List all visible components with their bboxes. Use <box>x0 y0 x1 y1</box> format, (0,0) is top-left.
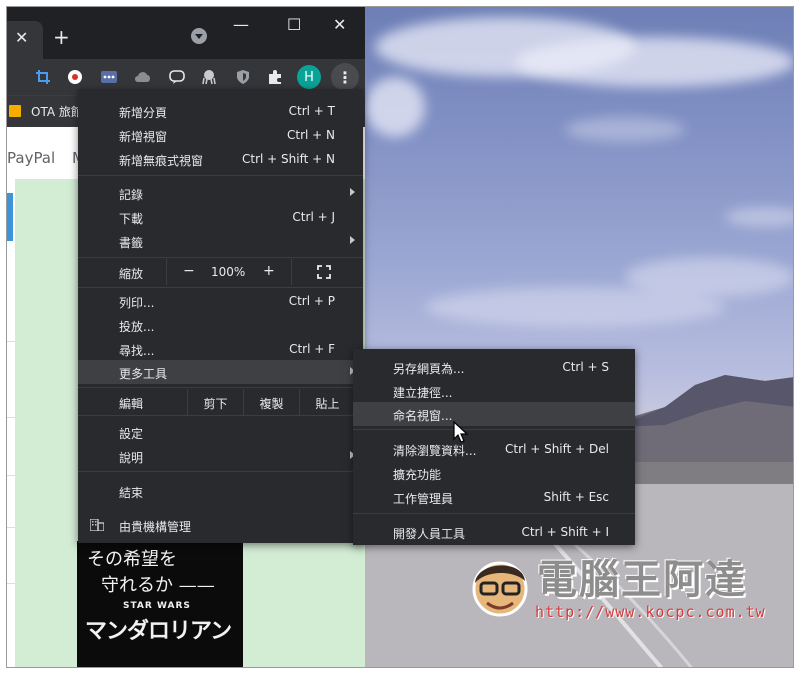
page-accent-bar <box>7 193 13 241</box>
menu-separator <box>78 287 363 288</box>
watermark-title: 電腦王阿達 <box>537 557 747 603</box>
crop-icon[interactable] <box>33 67 53 87</box>
submenu-item-devtools[interactable]: 開發人員工具 Ctrl + Shift + I <box>353 520 635 544</box>
mandalorian-poster: その希望を 守れるか —— STAR WARS マンダロリアン <box>77 541 243 667</box>
menu-item-exit[interactable]: 結束 <box>78 479 363 503</box>
menu-separator <box>78 175 363 176</box>
menu-item-bookmarks[interactable]: 書籤 <box>78 229 363 253</box>
watermark: 電腦王阿達 http://www.kocpc.com.tw <box>465 545 793 635</box>
poster-title: マンダロリアン <box>85 619 232 644</box>
menu-item-new-tab[interactable]: 新增分頁 Ctrl + T <box>78 99 363 123</box>
page-link-paypal[interactable]: PayPal <box>7 149 55 167</box>
tab-search-icon[interactable] <box>191 28 207 44</box>
fullscreen-icon[interactable] <box>317 265 331 279</box>
menu-separator <box>353 513 635 514</box>
building-icon <box>90 519 104 531</box>
poster-line-1: その希望を <box>87 549 177 570</box>
menu-separator <box>78 257 363 258</box>
shield-icon[interactable] <box>233 67 253 87</box>
menu-item-new-window[interactable]: 新增視窗 Ctrl + N <box>78 123 363 147</box>
edit-label: 編輯 <box>119 397 144 411</box>
submenu-item-extensions[interactable]: 擴充功能 <box>353 461 635 485</box>
browser-tab[interactable]: ✕ <box>7 21 43 59</box>
menu-separator <box>353 429 635 430</box>
zoom-controls: − 100% + <box>166 259 292 285</box>
tab-close-icon[interactable]: ✕ <box>15 28 28 47</box>
screenshot-frame: 電腦王阿達 http://www.kocpc.com.tw ✕ + — ☐ ✕ <box>6 6 794 668</box>
menu-item-managed[interactable]: 由貴機構管理 <box>78 507 363 543</box>
menu-separator <box>78 471 363 472</box>
close-window-button[interactable]: ✕ <box>333 15 346 34</box>
zoom-value: 100% <box>211 265 246 279</box>
menu-separator <box>78 387 363 388</box>
new-tab-button[interactable]: + <box>53 25 70 49</box>
menu-item-help[interactable]: 說明 <box>78 444 363 468</box>
chrome-menu: 新增分頁 Ctrl + T 新增視窗 Ctrl + N 新增無痕式視窗 Ctrl… <box>78 89 363 543</box>
copy-button[interactable]: 複製 <box>243 389 299 415</box>
menu-item-find[interactable]: 尋找... Ctrl + F <box>78 337 363 361</box>
puzzle-icon[interactable] <box>265 67 285 87</box>
octopus-icon[interactable] <box>199 67 219 87</box>
folder-icon <box>9 105 21 117</box>
submenu-item-task-manager[interactable]: 工作管理員 Shift + Esc <box>353 485 635 509</box>
record-icon[interactable] <box>65 67 85 87</box>
mascot-face-icon <box>472 561 528 617</box>
menu-item-history[interactable]: 記錄 <box>78 181 363 205</box>
title-bar: ✕ + — ☐ ✕ <box>7 7 365 59</box>
menu-item-more-tools[interactable]: 更多工具 <box>78 360 363 384</box>
mouse-cursor-icon <box>453 421 469 443</box>
minimize-button[interactable]: — <box>233 15 249 34</box>
submenu-arrow-icon <box>350 236 355 244</box>
poster-line-2: 守れるか —— <box>101 575 215 596</box>
more-tools-submenu: 另存網頁為... Ctrl + S 建立捷徑... 命名視窗... 清除瀏覽資料… <box>353 349 635 545</box>
menu-item-print[interactable]: 列印... Ctrl + P <box>78 289 363 313</box>
menu-item-downloads[interactable]: 下載 Ctrl + J <box>78 205 363 229</box>
maximize-button[interactable]: ☐ <box>287 15 301 34</box>
submenu-arrow-icon <box>350 188 355 196</box>
menu-item-settings[interactable]: 設定 <box>78 420 363 444</box>
chrome-menu-button[interactable]: ⋮ <box>331 63 359 91</box>
submenu-item-save-page[interactable]: 另存網頁為... Ctrl + S <box>353 355 635 379</box>
paste-button[interactable]: 貼上 <box>299 389 355 415</box>
bookmark-item[interactable]: OTA 旅館 <box>31 103 83 120</box>
menu-separator <box>78 415 363 416</box>
zoom-out-button[interactable]: − <box>183 263 195 279</box>
poster-brand: STAR WARS <box>123 601 191 611</box>
cloud-icon[interactable] <box>133 67 153 87</box>
cut-button[interactable]: 剪下 <box>187 389 243 415</box>
menu-edit-row: 編輯 剪下 複製 貼上 <box>78 389 363 415</box>
chat-icon[interactable] <box>167 67 187 87</box>
dots-icon[interactable] <box>99 67 119 87</box>
profile-avatar[interactable]: H <box>297 65 321 89</box>
menu-item-new-incognito[interactable]: 新增無痕式視窗 Ctrl + Shift + N <box>78 147 363 171</box>
zoom-label: 縮放 <box>119 267 144 281</box>
watermark-url: http://www.kocpc.com.tw <box>535 603 766 621</box>
zoom-in-button[interactable]: + <box>263 263 275 279</box>
submenu-item-name-window[interactable]: 命名視窗... <box>353 402 635 426</box>
submenu-item-create-shortcut[interactable]: 建立捷徑... <box>353 379 635 403</box>
menu-item-cast[interactable]: 投放... <box>78 313 363 337</box>
menu-zoom-row: 縮放 − 100% + <box>78 259 363 285</box>
submenu-item-clear-data[interactable]: 清除瀏覽資料... Ctrl + Shift + Del <box>353 437 635 461</box>
desktop-wallpaper: 電腦王阿達 http://www.kocpc.com.tw <box>365 7 793 667</box>
